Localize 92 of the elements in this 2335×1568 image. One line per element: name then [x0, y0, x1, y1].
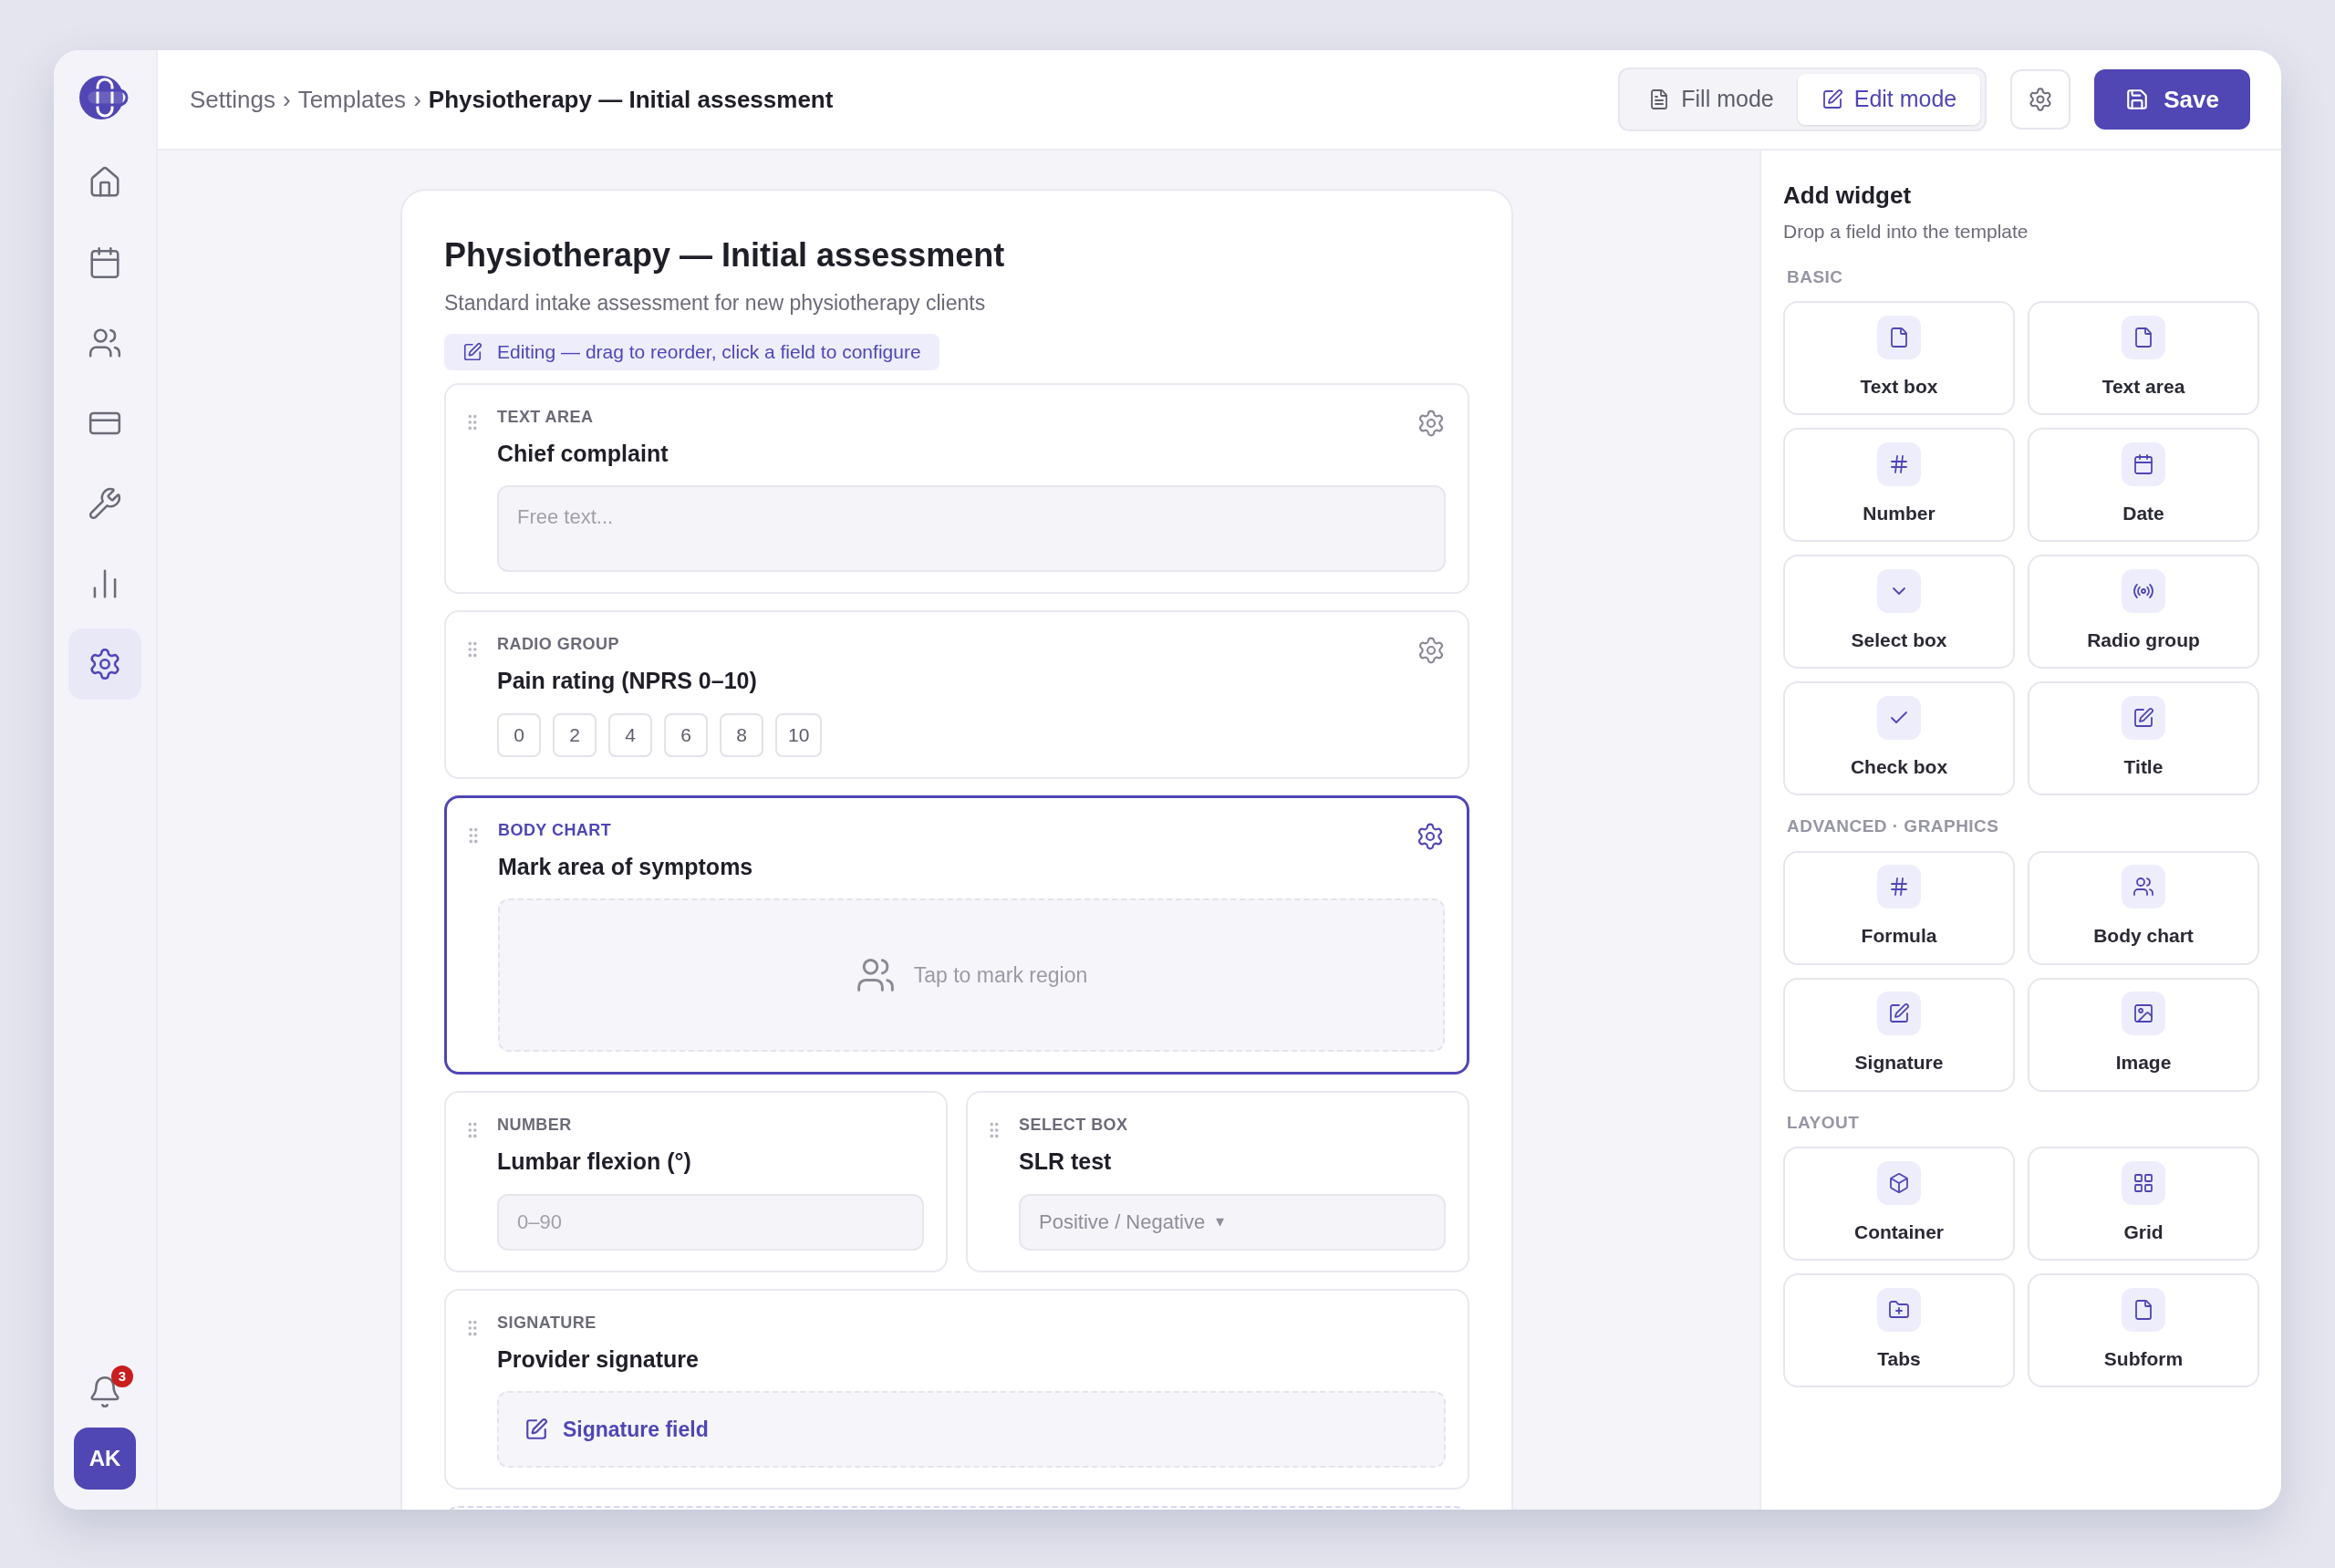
settings-icon[interactable]	[1417, 408, 1446, 438]
mode-tab[interactable]: Fill mode	[1624, 74, 1798, 125]
panel-subtitle: Drop a field into the template	[1783, 220, 2029, 244]
check-icon	[1877, 695, 1921, 740]
field-card[interactable]: TEXT AREA Chief complaint Free text...	[444, 382, 1469, 594]
field-type-label: TEXT AREA	[497, 406, 594, 428]
save-button[interactable]: Save	[2094, 69, 2250, 130]
select-placeholder: Positive / Negative	[1039, 1210, 1206, 1235]
calendar-icon	[88, 245, 122, 280]
widget-tile[interactable]: Subform	[2028, 1273, 2259, 1387]
section-heading: LAYOUT	[1787, 1111, 1861, 1134]
calendar-icon	[2122, 441, 2165, 486]
field-label: Provider signature	[497, 1345, 699, 1374]
field-label: Chief complaint	[497, 439, 669, 468]
settings-icon	[88, 647, 122, 681]
field-label: Pain rating (NPRS 0–10)	[497, 667, 757, 695]
widget-tile[interactable]: Container	[1783, 1147, 2015, 1261]
widget-tile[interactable]: Number	[1783, 428, 2015, 542]
field-label: Lumbar flexion (°)	[497, 1147, 691, 1176]
field-type-label: SIGNATURE	[497, 1312, 597, 1334]
widget-tile[interactable]: Text area	[2028, 301, 2259, 415]
pencil-icon	[1821, 88, 1843, 110]
signature-prompt: Signature field	[563, 1416, 709, 1443]
widget-tile[interactable]: Date	[2028, 428, 2259, 542]
people-icon	[2122, 865, 2165, 909]
widget-tile[interactable]: Grid	[2028, 1147, 2259, 1261]
widget-tile[interactable]: Image	[2028, 977, 2259, 1092]
settings-icon[interactable]	[1416, 821, 1445, 851]
radio-icon	[2122, 568, 2165, 613]
radio-option[interactable]: 10	[775, 712, 823, 757]
radio-option[interactable]: 0	[497, 712, 541, 757]
home-icon	[88, 165, 122, 200]
widget-tile[interactable]: Title	[2028, 681, 2259, 795]
field-card[interactable]: SELECT BOX SLR test Positive / Negative ▾	[966, 1091, 1469, 1272]
grid-icon	[2122, 1160, 2165, 1205]
radio-option[interactable]: 8	[720, 712, 763, 757]
settings-button[interactable]	[2010, 69, 2071, 130]
pencil-icon	[462, 341, 483, 362]
notification-badge: 3	[111, 1366, 133, 1387]
field-card[interactable]: RADIO GROUP Pain rating (NPRS 0–10) 0 2 4 6 8 10	[444, 610, 1469, 779]
signature-field[interactable]: Signature field	[497, 1391, 1446, 1468]
widget-tile[interactable]: Check box	[1783, 681, 2015, 795]
field-label: SLR test	[1019, 1147, 1112, 1176]
pencil-icon	[2122, 695, 2165, 740]
field-label: Mark area of symptoms	[498, 852, 753, 881]
panel-title: Add widget	[1783, 181, 1913, 211]
breadcrumb-item[interactable]: Templates	[297, 81, 407, 118]
radio-option[interactable]: 4	[608, 712, 652, 757]
file-icon	[1877, 315, 1921, 359]
field-card[interactable]: NUMBER Lumbar flexion (°) 0–90	[444, 1091, 948, 1272]
field-type-label: RADIO GROUP	[497, 634, 619, 655]
pencil-icon	[1877, 992, 1921, 1036]
file-icon	[2122, 315, 2165, 359]
wrench-icon	[88, 486, 122, 521]
breadcrumb-item: Physiotherapy — Initial assessment	[428, 84, 834, 115]
widget-tile[interactable]: Tabs	[1783, 1273, 2015, 1387]
image-icon	[2122, 992, 2165, 1036]
section-heading: BASIC	[1787, 265, 1844, 288]
field-card[interactable]: SIGNATURE Provider signature Signature field	[444, 1288, 1469, 1490]
breadcrumb-separator: ›	[413, 84, 421, 115]
field-card[interactable]: BODY CHART Mark area of symptoms Tap to mark region	[444, 794, 1469, 1075]
settings-icon	[2028, 87, 2054, 112]
user-avatar[interactable]: AK	[74, 1428, 136, 1490]
widget-tile[interactable]: Text box	[1783, 301, 2015, 415]
form-subtitle: Standard intake assessment for new physiotherapy clients	[444, 290, 987, 317]
pencil-icon	[524, 1417, 548, 1441]
edit-hint-text: Editing — drag to reorder, click a field to configure	[497, 339, 921, 364]
widget-tile[interactable]: Radio group	[2028, 555, 2259, 669]
widget-tile[interactable]: Formula	[1783, 850, 2015, 965]
chevron-icon	[1877, 568, 1921, 613]
nav-item[interactable]	[68, 628, 141, 700]
settings-icon[interactable]	[1417, 636, 1446, 665]
section-heading: ADVANCED · GRAPHICS	[1787, 815, 2000, 837]
breadcrumb-item[interactable]: Settings	[190, 81, 275, 118]
form-title: Physiotherapy — Initial assessment	[444, 235, 1006, 275]
field-type-label: NUMBER	[497, 1115, 572, 1136]
widget-tile[interactable]: Signature	[1783, 977, 2015, 1092]
radio-option[interactable]: 2	[553, 712, 597, 757]
file-icon	[2122, 1287, 2165, 1332]
hash-icon	[1877, 865, 1921, 909]
widget-tile[interactable]: Select box	[1783, 555, 2015, 669]
cube-icon	[1877, 1160, 1921, 1205]
widget-tile[interactable]: Body chart	[2028, 850, 2259, 965]
field-type-label: SELECT BOX	[1019, 1115, 1128, 1136]
breadcrumb-separator: ›	[282, 84, 291, 115]
radio-option[interactable]: 6	[664, 712, 708, 757]
body-chart-prompt: Tap to mark region	[913, 961, 1088, 989]
field-type-label: BODY CHART	[498, 819, 612, 841]
caret-icon: ▾	[1216, 1210, 1225, 1234]
folder-icon	[1877, 1287, 1921, 1332]
mode-tab[interactable]: Edit mode	[1797, 74, 1981, 125]
hash-icon	[1877, 441, 1921, 486]
